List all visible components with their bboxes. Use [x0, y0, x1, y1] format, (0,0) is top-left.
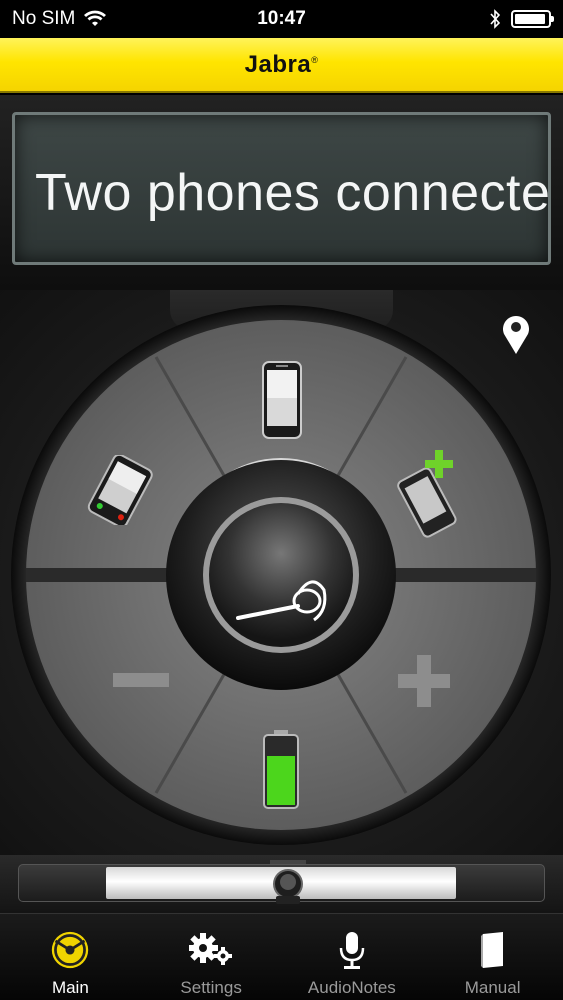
tab-main[interactable]: Main	[0, 914, 141, 1000]
second-phone-icon[interactable]	[80, 455, 166, 525]
status-bar: No SIM 10:47	[0, 0, 563, 38]
app-header: Jabra®	[0, 38, 563, 93]
status-right	[489, 9, 554, 29]
tab-bar: Main Settings AudioNotes Manual	[0, 913, 563, 1000]
tab-audionotes-label: AudioNotes	[307, 978, 396, 997]
bluetooth-icon	[490, 9, 501, 29]
battery-status-fill	[515, 14, 545, 24]
battery-icon	[263, 730, 299, 809]
tab-main-label: Main	[51, 978, 89, 997]
status-message: Two phones connected	[35, 164, 551, 222]
volume-slider-knob[interactable]	[266, 858, 310, 908]
tab-manual-label: Manual	[464, 978, 521, 997]
brand-name: Jabra	[244, 50, 312, 78]
headset-button[interactable]	[200, 520, 360, 680]
volume-up-icon[interactable]	[398, 655, 450, 707]
microphone-icon	[339, 932, 365, 969]
add-device-icon[interactable]	[393, 448, 465, 538]
volume-down-icon[interactable]	[113, 670, 169, 690]
phone-icon[interactable]	[261, 360, 303, 440]
brand-mark: ®	[311, 54, 319, 65]
status-display: Two phones connected	[12, 112, 551, 265]
location-pin-icon[interactable]	[500, 312, 532, 356]
main-radar-icon	[52, 931, 89, 969]
book-icon	[480, 932, 503, 968]
battery-status-icon	[511, 10, 554, 28]
battery-fill	[267, 756, 295, 805]
tab-manual[interactable]: Manual	[422, 914, 563, 1000]
headset-icon	[236, 580, 327, 622]
carrier-label: No SIM	[12, 8, 76, 29]
tab-settings[interactable]: Settings	[141, 914, 282, 1000]
tab-audionotes[interactable]: AudioNotes	[282, 914, 423, 1000]
gears-icon	[189, 933, 233, 965]
wifi-icon	[84, 10, 107, 26]
status-left: No SIM	[12, 8, 107, 30]
brand-logo: Jabra®	[245, 51, 319, 79]
tab-settings-label: Settings	[180, 978, 242, 997]
